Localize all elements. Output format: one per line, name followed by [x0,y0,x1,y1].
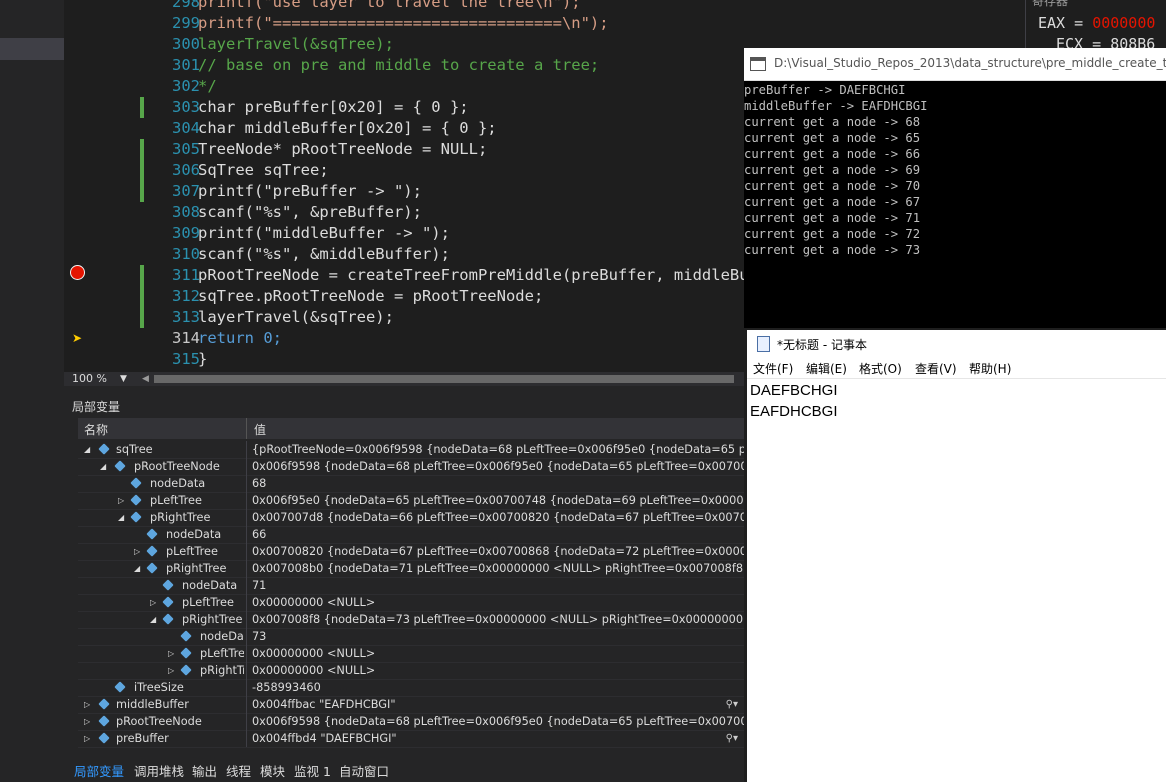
code-line: 307 printf("preBuffer -> "); [64,181,744,202]
code-line: 311 pRootTreeNode = createTreeFromPreMidd… [64,265,744,286]
menu-file[interactable]: 文件(F) [753,360,793,377]
registers-panel: 寄存器 EAX = 0000000 ECX = 808B6 [1025,0,1166,53]
tab-threads[interactable]: 线程 [226,761,251,780]
tab-call-stack[interactable]: 调用堆栈 [134,761,184,780]
table-row[interactable]: ▷ pLeftTree 0x00700820 {nodeData=67 pLeftT… [78,543,744,561]
table-row[interactable]: ◢ sqTree {pRootTreeNode=0x006f9598 {nodeDa… [78,441,744,459]
code-line: 300 layerTravel(&sqTree); [172,35,394,53]
tab-modules[interactable]: 模块 [260,761,285,780]
tab-watch-1[interactable]: 监视 1 [294,761,331,780]
code-line: 305 TreeNode* pRootTreeNode = NULL; [64,139,744,160]
locals-title: 局部变量 [72,400,121,414]
table-row[interactable]: iTreeSize -858993460 [78,679,744,697]
table-row[interactable]: ◢ pRootTreeNode 0x006f9598 {nodeData=68 pL… [78,458,744,476]
eax-register: EAX = 0000000 [1038,14,1156,32]
console-output: preBuffer -> DAEFBCHGI middleBuffer -> EA… [744,83,928,257]
notepad-title-bar[interactable]: *无标题 - 记事本 [747,330,1166,358]
menu-help[interactable]: 帮助(H) [969,360,1011,377]
table-row[interactable]: ▷pLeftTree0x00000000 <NULL> [78,594,744,612]
code-editor[interactable]: 298 printf("use layer to travel the tree\… [64,0,744,372]
code-line-current: 314 return 0; [172,329,282,347]
code-line: 304 char middleBuffer[0x20] = { 0 }; [172,119,497,137]
table-row[interactable]: nodeData73 [78,628,744,646]
menu-view[interactable]: 查看(V) [915,360,957,377]
code-line: 303 char preBuffer[0x20] = { 0 }; [64,97,744,118]
name-column-header[interactable]: 名称 [84,421,108,438]
magnifier-icon[interactable]: ⚲▾ [726,696,738,713]
selected-item[interactable] [0,38,64,60]
table-row[interactable]: ▷pRightTree0x00000000 <NULL> [78,662,744,680]
debug-tabs: 局部变量 调用堆栈 输出 线程 模块 监视 1 自动窗口 [64,757,744,782]
zoom-level[interactable]: 100 % [72,372,107,386]
magnifier-icon[interactable]: ⚲▾ [726,730,738,747]
tab-autos[interactable]: 自动窗口 [339,761,389,780]
chevron-down-icon[interactable]: ▼ [120,372,127,386]
code-line: 298 printf("use layer to travel the tree\… [172,0,581,11]
table-row[interactable]: ▷pLeftTree0x00000000 <NULL> [78,645,744,663]
table-row[interactable]: ▷ middleBuffer 0x004ffbac "EAFDHCBGI" ⚲▾ [78,696,744,714]
code-line: 299 printf("=============================… [172,14,609,32]
notepad-text-area[interactable]: DAEFBCHGI EAFDHCBGI [750,380,838,422]
menu-edit[interactable]: 编辑(E) [806,360,847,377]
console-window[interactable]: D:\Visual_Studio_Repos_2013\data_structu… [744,48,1166,328]
table-row[interactable]: ▷ pRootTreeNode 0x006f9598 {nodeData=68 pL… [78,713,744,731]
table-row[interactable]: ◢ pRightTree 0x007007d8 {nodeData=66 pLeft… [78,509,744,527]
scroll-left-icon[interactable]: ◀ [142,372,149,386]
locals-header: 名称 值 [78,418,744,439]
notepad-icon [757,336,770,352]
table-row[interactable]: ◢ pRightTree 0x007008b0 {nodeData=71 pLeft… [78,560,744,578]
value-column-header[interactable]: 值 [254,421,266,438]
console-title-bar[interactable]: D:\Visual_Studio_Repos_2013\data_structu… [744,48,1166,81]
code-line: 309 printf("middleBuffer -> "); [172,224,450,242]
code-line: 301// base on pre and middle to create a… [172,56,600,74]
menu-format[interactable]: 格式(O) [859,360,902,377]
zoom-bar: 100 % ▼ ◀ [64,372,744,386]
code-line: 315} [172,350,208,368]
current-line-arrow-icon: ➤ [72,331,83,345]
code-line: 308 scanf("%s", &preBuffer); [172,203,422,221]
table-row[interactable]: ▷ pLeftTree 0x006f95e0 {nodeData=65 pLeftT… [78,492,744,510]
table-row[interactable]: nodeData 71 [78,577,744,595]
console-title: D:\Visual_Studio_Repos_2013\data_structu… [774,56,1166,70]
horizontal-scrollbar[interactable] [154,375,734,383]
table-row[interactable]: ▷ preBuffer 0x004ffbd4 "DAEFBCHGI" ⚲▾ [78,730,744,748]
code-line: 312 sqTree.pRootTreeNode = pRootTreeNode; [64,286,744,307]
registers-title: 寄存器 [1032,0,1069,8]
code-line: 313 layerTravel(&sqTree); [64,307,744,328]
table-row[interactable]: ◢ pRightTree 0x007008f8 {nodeData=73 pLeft… [78,611,744,629]
console-icon [750,57,766,71]
code-line: 302 */ [172,77,217,95]
code-line: 306 SqTree sqTree; [64,160,744,181]
table-row[interactable]: nodeData 66 [78,526,744,544]
code-line: 310 scanf("%s", &middleBuffer); [172,245,450,263]
locals-panel: 局部变量 名称 值 ◢ sqTree {pRootTreeNode=0x006f95… [64,386,744,782]
tab-locals[interactable]: 局部变量 [74,761,124,780]
notepad-window[interactable]: *无标题 - 记事本 文件(F) 编辑(E) 格式(O) 查看(V) 帮助(H)… [747,330,1166,782]
tab-output[interactable]: 输出 [192,761,217,780]
table-row[interactable]: nodeData 68 [78,475,744,493]
notepad-title: *无标题 - 记事本 [777,338,867,352]
breakpoint-icon[interactable] [70,265,85,280]
solution-explorer-strip [0,0,65,782]
notepad-menu-bar: 文件(F) 编辑(E) 格式(O) 查看(V) 帮助(H) [747,358,1166,379]
